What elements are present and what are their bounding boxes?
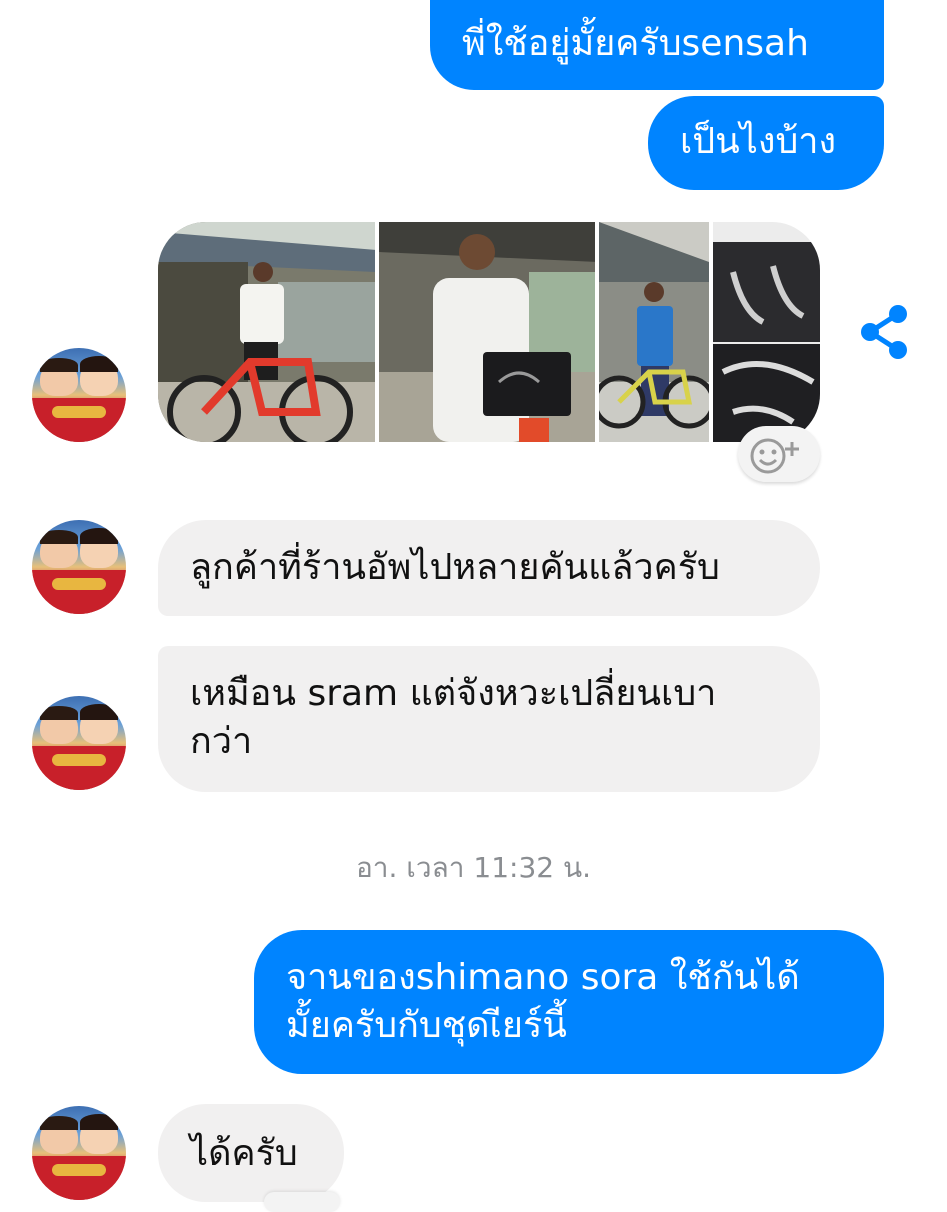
photo-bike-yellow[interactable] — [599, 222, 709, 442]
photo-groupset-parts[interactable] — [712, 222, 820, 442]
photo-man-with-box[interactable] — [378, 222, 596, 442]
message-text: พี่ใช้อยู่มั้ยครับsensah — [462, 23, 809, 64]
outgoing-message[interactable]: จานของshimano sora ใช้กันได้ มั้ยครับกับ… — [254, 930, 884, 1074]
outgoing-message[interactable]: พี่ใช้อยู่มั้ยครับsensah — [430, 0, 884, 90]
message-text-line: เหมือน sram แต่จังหวะเปลี่ยนเบา — [190, 673, 717, 714]
reaction-badge[interactable] — [264, 1192, 340, 1212]
message-text-line: จานของshimano sora ใช้กันได้ — [286, 957, 800, 998]
message-text: เป็นไงบ้าง — [680, 121, 837, 162]
contact-avatar[interactable] — [32, 696, 126, 790]
message-text-line: กว่า — [190, 721, 253, 762]
contact-avatar[interactable] — [32, 348, 126, 442]
contact-avatar[interactable] — [32, 520, 126, 614]
share-icon[interactable] — [858, 304, 910, 360]
incoming-message[interactable]: เหมือน sram แต่จังหวะเปลี่ยนเบา กว่า — [158, 646, 820, 792]
add-reaction-button[interactable] — [738, 426, 820, 482]
incoming-message[interactable]: ลูกค้าที่ร้านอัพไปหลายคันแล้วครับ — [158, 520, 820, 616]
outgoing-message[interactable]: เป็นไงบ้าง — [648, 96, 884, 190]
photo-attachment-group[interactable] — [158, 222, 820, 442]
incoming-message[interactable]: ได้ครับ — [158, 1104, 344, 1202]
message-text: ได้ครับ — [190, 1133, 298, 1174]
message-text-line: มั้ยครับกับชุดเียร์นี้ — [286, 1005, 567, 1046]
add-reaction-icon — [750, 438, 799, 474]
photo-bike-red[interactable] — [158, 222, 375, 442]
contact-avatar[interactable] — [32, 1106, 126, 1200]
message-text: ลูกค้าที่ร้านอัพไปหลายคันแล้วครับ — [190, 547, 720, 588]
timestamp: อา. เวลา 11:32 น. — [355, 851, 592, 884]
